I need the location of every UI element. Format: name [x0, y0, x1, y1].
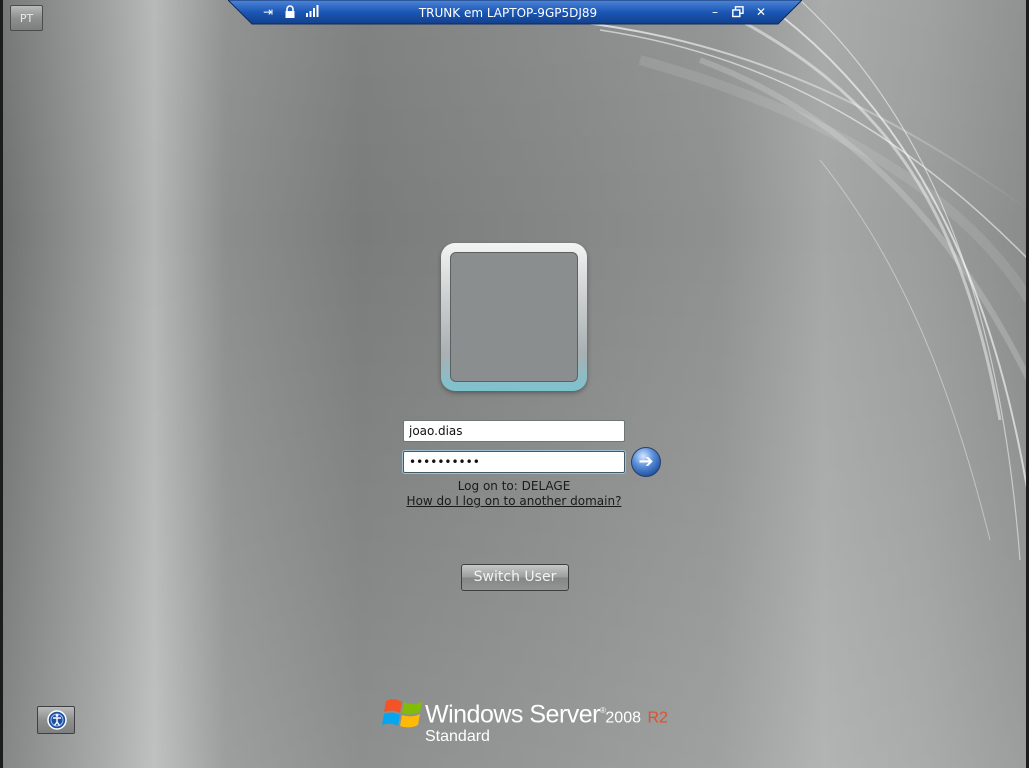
- screen-frame-left: [0, 0, 3, 768]
- product-release: R2: [647, 709, 668, 727]
- remote-desktop-connection-bar: ⇥ TRUNK em LAPTOP-9GP5DJ89 – ✕: [228, 0, 802, 26]
- username-field[interactable]: [403, 420, 625, 442]
- ease-of-access-button[interactable]: [37, 706, 75, 734]
- signal-strength-icon[interactable]: [304, 4, 320, 20]
- ease-of-access-icon: [47, 710, 67, 730]
- product-year: 2008: [605, 709, 641, 727]
- product-edition: Standard: [425, 728, 490, 745]
- restore-icon[interactable]: [730, 4, 746, 20]
- close-icon[interactable]: ✕: [753, 4, 769, 20]
- windows-logo: [382, 699, 422, 728]
- connection-title: TRUNK em LAPTOP-9GP5DJ89: [418, 6, 598, 20]
- pin-icon[interactable]: ⇥: [260, 4, 276, 20]
- arrow-right-icon: ➔: [638, 451, 654, 472]
- lock-icon: [282, 4, 298, 20]
- submit-logon-button[interactable]: ➔: [631, 447, 661, 477]
- user-picture-placeholder: [450, 252, 578, 382]
- minimize-icon[interactable]: –: [707, 4, 723, 20]
- logon-domain-label: Log on to: DELAGE: [457, 479, 571, 493]
- other-domain-help-link[interactable]: How do I log on to another domain?: [390, 493, 638, 509]
- user-tile: [441, 243, 587, 391]
- password-field[interactable]: [403, 451, 625, 473]
- switch-user-button[interactable]: Switch User: [461, 564, 569, 591]
- windows-server-branding: Windows Server®2008 R2 Standard: [382, 693, 672, 753]
- language-button[interactable]: PT: [10, 5, 43, 31]
- product-title: Windows Server: [425, 700, 601, 729]
